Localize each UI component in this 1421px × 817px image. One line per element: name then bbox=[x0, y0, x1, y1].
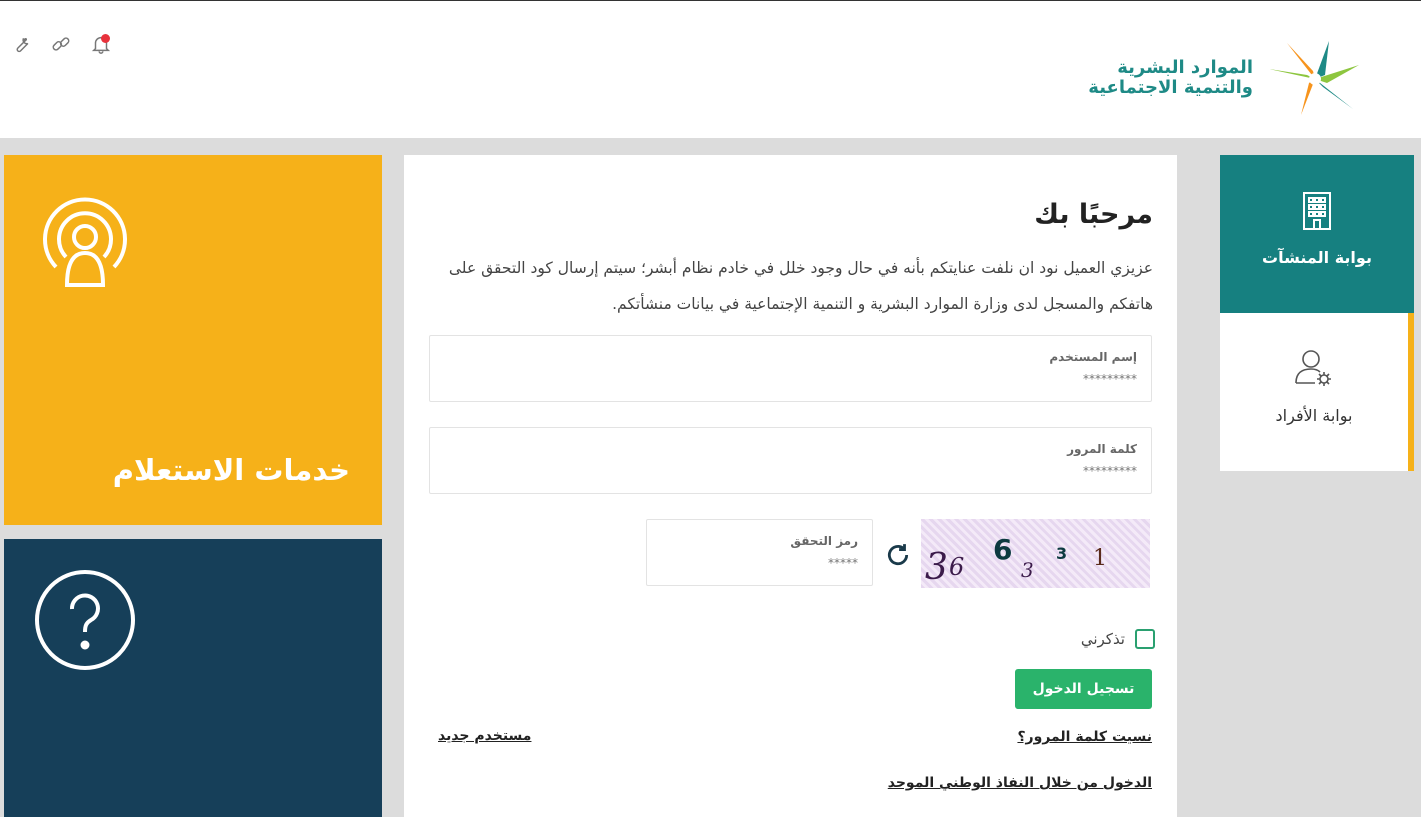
help-tile[interactable] bbox=[4, 539, 382, 817]
intro-notice: عزيزي العميل نود ان نلفت عنايتكم بأنه في… bbox=[448, 259, 1153, 313]
password-input[interactable] bbox=[917, 464, 1137, 478]
inquiry-services-title: خدمات الاستعلام bbox=[112, 453, 350, 487]
username-input[interactable] bbox=[917, 372, 1137, 386]
building-icon bbox=[1220, 191, 1414, 231]
remember-checkbox[interactable] bbox=[1135, 629, 1155, 649]
individuals-portal-label: بوابة الأفراد bbox=[1275, 406, 1353, 425]
svg-text:6: 6 bbox=[949, 553, 964, 581]
svg-text:3: 3 bbox=[1056, 544, 1067, 563]
individuals-portal-tab[interactable]: بوابة الأفراد bbox=[1220, 313, 1414, 471]
captcha-input[interactable] bbox=[678, 556, 858, 570]
business-portal-label: بوابة المنشآت bbox=[1262, 248, 1372, 267]
remember-me[interactable]: تذكرني bbox=[1081, 629, 1155, 649]
svg-text:1: 1 bbox=[1093, 546, 1107, 571]
remember-label: تذكرني bbox=[1080, 630, 1125, 648]
username-field[interactable]: إسم المستخدم bbox=[429, 335, 1152, 402]
new-user-link[interactable]: مستخدم جديد bbox=[438, 728, 531, 744]
login-button[interactable]: تسجيل الدخول bbox=[1015, 669, 1152, 709]
captcha-image: 3 6 6 3 3 1 bbox=[921, 519, 1150, 588]
wrench-icon[interactable] bbox=[8, 31, 34, 57]
link-icon[interactable] bbox=[48, 31, 74, 57]
password-field[interactable]: كلمة المرور bbox=[429, 427, 1152, 494]
welcome-heading: مرحبًا بك bbox=[1034, 199, 1153, 230]
ministry-line2: والتنمية الاجتماعية bbox=[1088, 77, 1253, 98]
user-settings-icon bbox=[1220, 347, 1408, 389]
forgot-password-link[interactable]: نسيت كلمة المرور؟ bbox=[1017, 729, 1152, 745]
header: الموارد البشرية والتنمية الاجتماعية bbox=[0, 0, 1421, 138]
refresh-captcha-icon[interactable] bbox=[885, 542, 911, 572]
ministry-emblem-icon bbox=[1269, 41, 1359, 115]
user-broadcast-icon bbox=[34, 185, 136, 291]
password-label: كلمة المرور bbox=[1067, 442, 1137, 456]
notification-dot bbox=[101, 34, 110, 43]
inquiry-services-tile[interactable]: خدمات الاستعلام bbox=[4, 155, 382, 525]
svg-text:3: 3 bbox=[925, 547, 948, 588]
bell-icon[interactable] bbox=[88, 31, 114, 57]
ministry-logo[interactable]: الموارد البشرية والتنمية الاجتماعية bbox=[1088, 39, 1363, 117]
ministry-line1: الموارد البشرية bbox=[1117, 57, 1253, 78]
header-tools bbox=[8, 31, 114, 57]
username-label: إسم المستخدم bbox=[1049, 350, 1137, 364]
nafath-login-link[interactable]: الدخول من خلال النفاذ الوطني الموحد bbox=[888, 775, 1152, 791]
svg-text:3: 3 bbox=[1021, 558, 1034, 582]
ministry-name: الموارد البشرية والتنمية الاجتماعية bbox=[1088, 58, 1253, 98]
question-circle-icon bbox=[34, 569, 136, 675]
svg-text:6: 6 bbox=[993, 533, 1012, 566]
business-portal-tab[interactable]: بوابة المنشآت bbox=[1220, 155, 1414, 313]
login-card: مرحبًا بك عزيزي العميل نود ان نلفت عنايت… bbox=[404, 155, 1177, 817]
captcha-label: رمز التحقق bbox=[790, 534, 858, 548]
captcha-field[interactable]: رمز التحقق bbox=[646, 519, 873, 586]
